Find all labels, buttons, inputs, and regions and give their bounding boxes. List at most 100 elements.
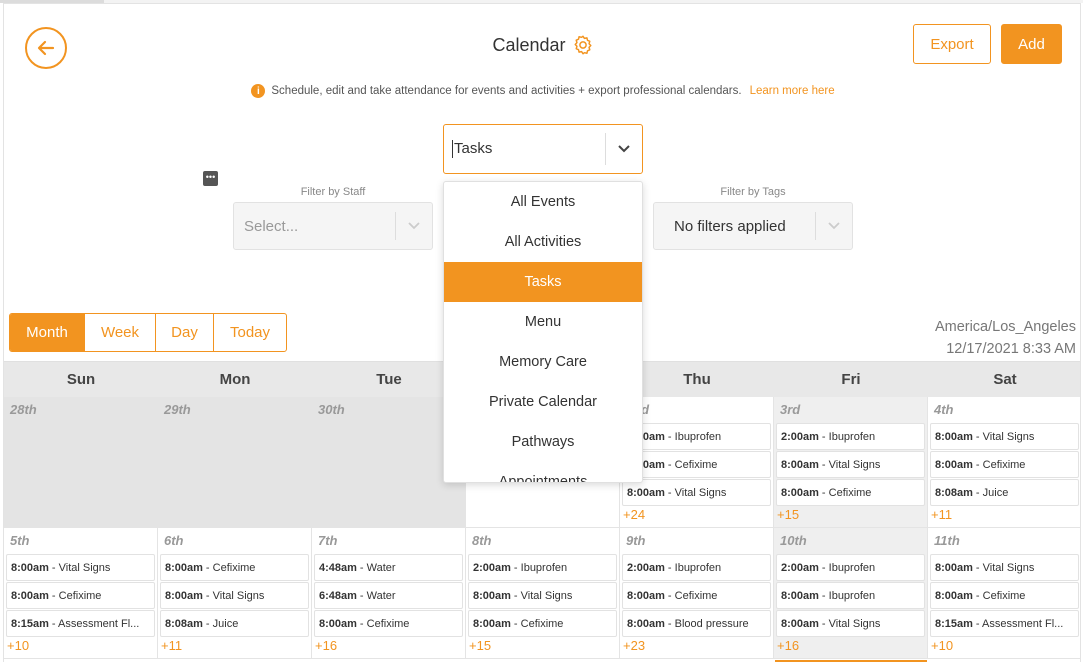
- learn-more-link[interactable]: Learn more here: [750, 85, 835, 97]
- view-button-day[interactable]: Day: [156, 314, 214, 351]
- calendar-day-cell[interactable]: 11th 8:00am - Vital Signs 8:00am - Cefixime 8…: [928, 528, 1080, 659]
- calendar-event[interactable]: 8:08am - Juice: [930, 479, 1079, 506]
- calendar-event[interactable]: 8:00am - Cefixime: [622, 582, 771, 609]
- event-name: - Vital Signs: [821, 617, 881, 630]
- calendar-event[interactable]: 8:00am - Ibuprofen: [776, 582, 925, 609]
- more-events-link[interactable]: +11: [930, 507, 1079, 522]
- event-time: 8:00am: [781, 458, 819, 471]
- event-name: - Ibuprofen: [821, 430, 876, 443]
- view-button-week[interactable]: Week: [85, 314, 156, 351]
- event-name: - Cefixime: [975, 458, 1026, 471]
- calendar-day-cell[interactable]: 2nd2:00am- Ibuprofen8:00am- Cefixime8:00…: [620, 397, 774, 528]
- calendar-day-cell[interactable]: 9th 2:00am - Ibuprofen 8:00am - Cefixime 8:00…: [620, 528, 774, 659]
- staff-filter-select[interactable]: Select...: [233, 202, 433, 250]
- tags-filter-select[interactable]: No filters applied: [653, 202, 853, 250]
- calendar-event[interactable]: 8:00am - Vital Signs: [776, 610, 925, 637]
- event-name: - Cefixime: [667, 589, 718, 602]
- event-time: 8:00am: [319, 617, 357, 630]
- event-name: - Cefixime: [513, 617, 564, 630]
- calendar-event[interactable]: 2:00am - Ibuprofen: [622, 554, 771, 581]
- more-events-link[interactable]: +10: [930, 638, 1079, 653]
- day-number: 6th: [164, 533, 184, 548]
- calendar-event[interactable]: 8:00am - Cefixime: [930, 451, 1079, 478]
- calendar-day-cell[interactable]: 6th 8:00am - Cefixime 8:00am - Vital Signs 8:…: [158, 528, 312, 659]
- menu-item[interactable]: All Events: [444, 182, 642, 222]
- more-events-link[interactable]: +24: [622, 507, 771, 522]
- view-button-today[interactable]: Today: [214, 314, 286, 351]
- calendar-day-cell[interactable]: 7th 4:48am - Water 6:48am - Water 8:00am - Cef…: [312, 528, 466, 659]
- calendar-day-cell[interactable]: 5th 8:00am - Vital Signs 8:00am - Cefixime 8:…: [4, 528, 158, 659]
- more-events-link[interactable]: +15: [468, 638, 617, 653]
- calendar-event[interactable]: 8:00am - Cefixime: [776, 479, 925, 506]
- calendar-event[interactable]: 2:00am - Ibuprofen: [776, 554, 925, 581]
- calendar-event[interactable]: 8:00am - Vital Signs: [6, 554, 155, 581]
- calendar-day-cell[interactable]: 28th: [4, 397, 158, 528]
- calendar-event[interactable]: 8:15am - Assessment Fl...: [6, 610, 155, 637]
- calendar-event[interactable]: 8:00am - Cefixime: [930, 582, 1079, 609]
- menu-item[interactable]: Tasks: [444, 262, 642, 302]
- more-events-link[interactable]: +23: [622, 638, 771, 653]
- event-name: - Ibuprofen: [667, 561, 722, 574]
- calendar-event[interactable]: 8:00am - Cefixime: [6, 582, 155, 609]
- calendar-day-cell[interactable]: 29th: [158, 397, 312, 528]
- menu-item[interactable]: All Activities: [444, 222, 642, 262]
- calendar-event[interactable]: 8:00am - Cefixime: [622, 451, 771, 478]
- weekday-header-cell: Sat: [993, 371, 1017, 388]
- calendar-event[interactable]: 2:00am - Ibuprofen: [776, 423, 925, 450]
- event-time: 8:00am: [935, 430, 973, 443]
- gear-icon[interactable]: [572, 34, 594, 56]
- more-events-link[interactable]: +16: [314, 638, 463, 653]
- info-text: Schedule, edit and take attendance for e…: [271, 85, 742, 97]
- calendar-event[interactable]: 8:08am - Juice: [160, 610, 309, 637]
- calendar-event[interactable]: 2:00am - Ibuprofen: [622, 423, 771, 450]
- calendar-day-cell[interactable]: 8th 2:00am - Ibuprofen 8:00am - Vital Signs 8…: [466, 528, 620, 659]
- event-name: - Blood pressure: [667, 617, 749, 630]
- menu-item[interactable]: Menu: [444, 302, 642, 342]
- calendar-event[interactable]: 8:00am - Vital Signs: [930, 423, 1079, 450]
- event-name: - Assessment Fl...: [51, 617, 140, 630]
- calendar-event[interactable]: 8:00am - Cefixime: [468, 610, 617, 637]
- export-button[interactable]: Export: [913, 24, 991, 64]
- day-number: 7th: [318, 533, 338, 548]
- more-events-link[interactable]: +11: [160, 638, 309, 653]
- more-events-link[interactable]: +16: [776, 638, 925, 653]
- menu-item[interactable]: Memory Care: [444, 342, 642, 382]
- calendar-type-select[interactable]: Tasks: [443, 124, 643, 174]
- calendar-event[interactable]: 8:00am - Blood pressure: [622, 610, 771, 637]
- calendar-event[interactable]: 8:00am - Vital Signs: [622, 479, 771, 506]
- menu-item[interactable]: Private Calendar: [444, 382, 642, 422]
- chevron-down-icon: [396, 221, 432, 231]
- calendar-event[interactable]: 4:48am - Water: [314, 554, 463, 581]
- calendar-event[interactable]: 2:00am - Ibuprofen: [468, 554, 617, 581]
- calendar-event[interactable]: 8:15am - Assessment Fl...: [930, 610, 1079, 637]
- event-name: - Juice: [205, 617, 239, 630]
- event-name: - Vital Signs: [513, 589, 573, 602]
- event-time: 8:00am: [11, 589, 49, 602]
- day-number: 4th: [934, 402, 954, 417]
- event-name: - Assessment Fl...: [975, 617, 1064, 630]
- event-time: 8:00am: [473, 617, 511, 630]
- weekday-header-cell: Fri: [841, 371, 861, 388]
- event-name: - Cefixime: [51, 589, 102, 602]
- menu-item[interactable]: Pathways: [444, 422, 642, 462]
- calendar-event[interactable]: 8:00am - Cefixime: [160, 554, 309, 581]
- more-events-link[interactable]: +10: [6, 638, 155, 653]
- event-time: 8:00am: [473, 589, 511, 602]
- calendar-event[interactable]: 8:00am - Vital Signs: [930, 554, 1079, 581]
- calendar-day-cell[interactable]: 4th 8:00am - Vital Signs 8:00am - Cefixime 8:…: [928, 397, 1080, 528]
- view-button-month[interactable]: Month: [10, 314, 85, 351]
- ellipsis-icon[interactable]: •••: [203, 171, 218, 186]
- chevron-down-icon: [816, 221, 852, 231]
- menu-item[interactable]: Appointments: [444, 462, 642, 482]
- calendar-event[interactable]: 8:00am - Vital Signs: [776, 451, 925, 478]
- calendar-day-cell[interactable]: 10th 2:00am - Ibuprofen 8:00am - Ibuprofen 8:…: [774, 528, 928, 659]
- more-events-link[interactable]: +15: [776, 507, 925, 522]
- calendar-event[interactable]: 8:00am - Vital Signs: [160, 582, 309, 609]
- calendar-event[interactable]: 8:00am - Cefixime: [314, 610, 463, 637]
- calendar-day-cell[interactable]: 3rd 2:00am - Ibuprofen 8:00am - Vital Signs 8…: [774, 397, 928, 528]
- add-button[interactable]: Add: [1001, 24, 1062, 64]
- calendar-event[interactable]: 6:48am - Water: [314, 582, 463, 609]
- chevron-down-icon: [606, 144, 642, 154]
- calendar-event[interactable]: 8:00am - Vital Signs: [468, 582, 617, 609]
- event-name: - Cefixime: [205, 561, 256, 574]
